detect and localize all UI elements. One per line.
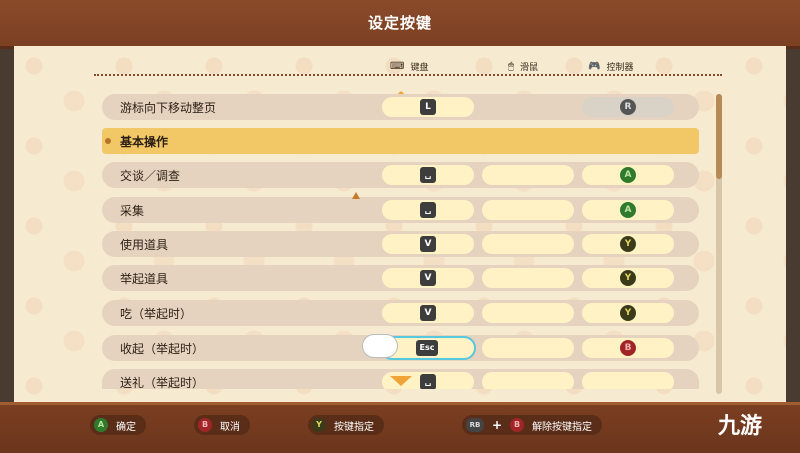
- binding-row[interactable]: 举起道具 V Y: [102, 265, 699, 291]
- assign-label: 按键指定: [334, 421, 374, 433]
- binding-label: 游标向下移动整页: [120, 101, 217, 115]
- mouse-binding-cell[interactable]: [482, 200, 574, 220]
- page-title: 设定按键: [367, 14, 432, 32]
- b-button-icon: B: [198, 418, 212, 432]
- controller-binding-cell[interactable]: Y: [582, 303, 674, 323]
- mouse-binding-cell[interactable]: [482, 268, 574, 288]
- key-glyph: ␣: [420, 202, 436, 218]
- key-glyph: Esc: [416, 340, 438, 356]
- controller-button-icon: B: [620, 340, 636, 356]
- binding-row[interactable]: 交谈／调查 ␣ A: [102, 162, 699, 188]
- scrollbar-thumb[interactable]: [716, 94, 722, 179]
- section-bullet-icon: [105, 138, 111, 144]
- mouse-binding-cell[interactable]: [482, 165, 574, 185]
- binding-row-page-down[interactable]: 游标向下移动整页 L R: [102, 94, 699, 120]
- controller-binding-cell[interactable]: A: [582, 200, 674, 220]
- title-bar: 设定按键: [0, 0, 800, 49]
- pointer-hand-icon: [362, 334, 398, 358]
- binding-label: 交谈／调查: [120, 169, 181, 183]
- a-button-icon: A: [94, 418, 108, 432]
- binding-label: 使用道具: [120, 238, 169, 252]
- controller-header-label: 控制器: [606, 63, 634, 73]
- keyboard-header: ⌨ 键盘: [390, 60, 428, 73]
- controller-button-icon: A: [620, 167, 636, 183]
- cancel-label: 取消: [220, 421, 240, 433]
- mouse-header: 🖱 滑鼠: [508, 60, 538, 73]
- controller-binding-cell[interactable]: A: [582, 165, 674, 185]
- binding-label: 采集: [120, 204, 145, 218]
- rb-button-icon: RB: [466, 418, 484, 432]
- binding-label: 送礼（举起时）: [120, 376, 205, 389]
- confirm-hint[interactable]: A 确定: [90, 415, 146, 435]
- mouse-binding-cell[interactable]: [482, 234, 574, 254]
- mouse-cursor-icon: [352, 192, 360, 199]
- controller-button-icon: A: [620, 202, 636, 218]
- key-glyph: ␣: [420, 374, 436, 389]
- keyboard-binding-cell[interactable]: L: [382, 97, 474, 117]
- watermark-logo: 九游: [718, 414, 763, 439]
- controller-binding-cell[interactable]: Y: [582, 234, 674, 254]
- keyboard-binding-cell[interactable]: V: [382, 303, 474, 323]
- assign-hint[interactable]: Y 按键指定: [308, 415, 384, 435]
- key-glyph: ␣: [420, 167, 436, 183]
- keyboard-header-label: 键盘: [410, 63, 429, 73]
- key-glyph: V: [420, 236, 436, 252]
- keyboard-binding-cell[interactable]: ␣: [382, 200, 474, 220]
- keyboard-binding-cell[interactable]: V: [382, 234, 474, 254]
- binding-label: 举起道具: [120, 272, 169, 286]
- mouse-binding-cell[interactable]: [482, 338, 574, 358]
- b-button-icon: B: [510, 418, 525, 432]
- column-headers: ⌨ 键盘 🖱 滑鼠 🎮 控制器: [14, 60, 786, 80]
- key-config-panel: ⌨ 键盘 🖱 滑鼠 🎮 控制器 游标向下移动整页 L R 基本操作 交谈／调查 …: [14, 46, 786, 402]
- controller-button-icon: R: [620, 99, 636, 115]
- keyboard-binding-cell[interactable]: V: [382, 268, 474, 288]
- binding-label: 吃（举起时）: [120, 307, 193, 321]
- section-label: 基本操作: [120, 135, 169, 149]
- mouse-header-label: 滑鼠: [520, 63, 539, 73]
- cancel-hint[interactable]: B 取消: [194, 415, 250, 435]
- binding-label: 收起（举起时）: [120, 342, 205, 356]
- controller-binding-cell[interactable]: [582, 372, 674, 389]
- button-hint-bar: A 确定 B 取消 Y 按键指定 RB + B 解除按键指定: [0, 402, 800, 453]
- key-glyph: L: [420, 99, 436, 115]
- controller-binding-cell[interactable]: R: [582, 97, 674, 117]
- binding-row[interactable]: 使用道具 V Y: [102, 231, 699, 257]
- controller-button-icon: Y: [620, 236, 636, 252]
- confirm-label: 确定: [116, 421, 136, 433]
- mouse-binding-cell[interactable]: [482, 372, 574, 389]
- controller-binding-cell[interactable]: B: [582, 338, 674, 358]
- controller-icon: 🎮: [588, 61, 601, 72]
- keyboard-binding-cell[interactable]: ␣: [382, 165, 474, 185]
- mouse-icon: 🖱: [508, 61, 514, 72]
- mouse-binding-cell[interactable]: [482, 303, 574, 323]
- y-button-icon: Y: [312, 418, 326, 432]
- key-glyph: V: [420, 305, 436, 321]
- binding-row[interactable]: 吃（举起时） V Y: [102, 300, 699, 326]
- controller-button-icon: Y: [620, 305, 636, 321]
- key-glyph: V: [420, 270, 436, 286]
- controller-binding-cell[interactable]: Y: [582, 268, 674, 288]
- binding-row[interactable]: 收起（举起时） Esc B: [102, 335, 699, 361]
- section-header-basic: 基本操作: [102, 128, 699, 154]
- game-screen: 设定按键 ⌨ 键盘 🖱 滑鼠 🎮 控制器 游标向下移动整页 L R 基本操作 交…: [0, 0, 800, 453]
- unassign-hint[interactable]: RB + B 解除按键指定: [462, 415, 603, 435]
- controller-header: 🎮 控制器: [588, 60, 633, 73]
- header-divider: [94, 74, 722, 76]
- unassign-label: 解除按键指定: [532, 421, 593, 433]
- scrollbar[interactable]: [716, 94, 722, 394]
- plus-icon: +: [492, 418, 503, 432]
- controller-button-icon: Y: [620, 270, 636, 286]
- scroll-down-arrow-icon[interactable]: [390, 376, 412, 386]
- keyboard-icon: ⌨: [390, 61, 405, 72]
- binding-row[interactable]: 采集 ␣ A: [102, 197, 699, 223]
